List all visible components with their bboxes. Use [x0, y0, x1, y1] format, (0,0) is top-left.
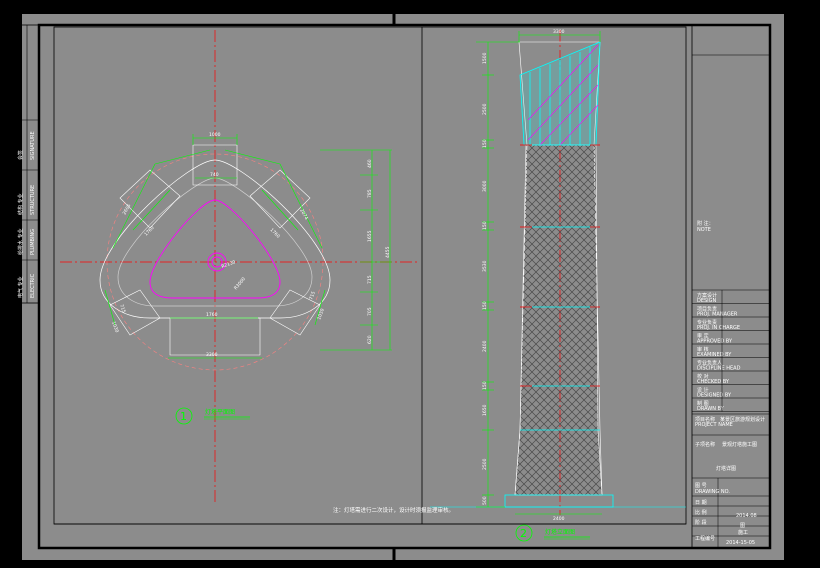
elev-label-title: 灯塔立面图 [545, 528, 575, 536]
tb-phase-value: 施工 [738, 529, 748, 536]
tb-row-sub: EXAMINED BY [697, 352, 732, 358]
plan-dim-v-4: 4455 [385, 246, 391, 258]
tb-row-sub: APPROVED BY [697, 339, 733, 345]
tb-row-sub: CHECKED BY [697, 379, 730, 385]
tb-subproject-name: 景观灯塔施工图 [722, 441, 757, 448]
tb-row-sub: DESIGN [697, 298, 717, 304]
tb-phase-label: 阶 段 [695, 519, 707, 526]
strip-label-3: 给排水 专业 [17, 228, 24, 255]
tb-remarks-sub: NOTE [697, 227, 711, 233]
tb-row-sub: PROJ. MANAGER [697, 312, 738, 318]
cad-drawing-window: 会签 结构 专业 给排水 专业 电气 专业 SIGNATURE STRUCTUR… [0, 0, 820, 568]
tb-project-no-value: 2014-15-05 [726, 540, 755, 546]
tb-drawing-no-sub: DRAWING NO. [695, 489, 730, 495]
plan-dim-bottom-1: 1760 [206, 312, 218, 318]
tb-remarks: 附 注： [697, 220, 714, 227]
elev-dim-left-9: 150 [482, 381, 488, 390]
strip-label-2: 结构 专业 [17, 193, 24, 215]
tb-row-sub: PROJ. IN CHARGE [697, 325, 740, 331]
elev-dim-bottom: 2400 [553, 516, 565, 522]
elev-dim-top: 3300 [553, 29, 565, 35]
elev-dim-left-3: 150 [482, 139, 488, 148]
plan-dim-v-3: 1655 [367, 230, 373, 242]
elev-body-hatch [514, 144, 603, 496]
tb-subproject-label: 子项名称 [695, 441, 715, 448]
sheet [22, 14, 784, 560]
plan-dim-bottom-2: 3300 [206, 352, 218, 358]
tb-drawing-title: 灯塔详图 [716, 465, 736, 472]
elev-dim-left-4: 3000 [482, 180, 488, 192]
tb-row-sub: DESIGNED BY [697, 393, 732, 399]
elev-dim-left-11: 2500 [482, 458, 488, 470]
plan-dim-v-7: 620 [367, 335, 373, 344]
elev-dim-left-5: 150 [482, 221, 488, 230]
strip-sub-1: SIGNATURE [30, 131, 36, 160]
tb-row-sub: DRAWN BY [697, 406, 725, 412]
strip-label-4: 电气 专业 [17, 276, 24, 298]
tb-row-sub: DISCIPLINE HEAD [697, 366, 741, 372]
elev-dim-left-12: 500 [482, 496, 488, 505]
tb-project-no-label: 工程编号 [695, 535, 715, 542]
plan-dim-top-2: 740 [210, 172, 219, 178]
strip-sub-4: ELECTRIC [30, 273, 36, 298]
tb-date-label: 日 期 [695, 500, 707, 506]
plan-label-title: 灯塔平面图 [205, 408, 235, 416]
elev-dim-left-7: 150 [482, 301, 488, 310]
plan-dim-v-1: 460 [367, 159, 373, 168]
plan-dim-v-6: 705 [367, 307, 373, 316]
strip-label-1: 会签 [17, 150, 24, 160]
elev-dim-left-2: 2500 [482, 103, 488, 115]
plan-dim-v-5: 715 [367, 275, 373, 284]
elev-label-number: 2 [520, 527, 527, 540]
plan-dim-top-1: 1000 [209, 132, 221, 138]
strip-sub-2: STRUCTURE [30, 185, 36, 215]
elev-dim-left-8: 2400 [482, 340, 488, 352]
elev-dim-left-10: 1650 [482, 404, 488, 416]
tb-scale-value: 图 [740, 523, 745, 529]
strip-sub-3: PLUMBING [30, 229, 36, 255]
tb-scale-label: 比 例 [695, 509, 707, 516]
tb-project-sub: PROJECT NAME [695, 422, 733, 428]
plan-label-number: 1 [180, 410, 187, 423]
plan-dim-v-2: 785 [367, 189, 373, 198]
elev-dim-left-6: 3530 [482, 260, 488, 272]
drawing-note: 注：灯塔需进行二次设计，设计时须报监理审核。 [333, 506, 454, 514]
elev-dim-left-1: 1500 [482, 52, 488, 64]
cad-canvas[interactable]: 会签 结构 专业 给排水 专业 电气 专业 SIGNATURE STRUCTUR… [0, 0, 820, 568]
tb-date-value: 2014.08 [736, 513, 757, 519]
